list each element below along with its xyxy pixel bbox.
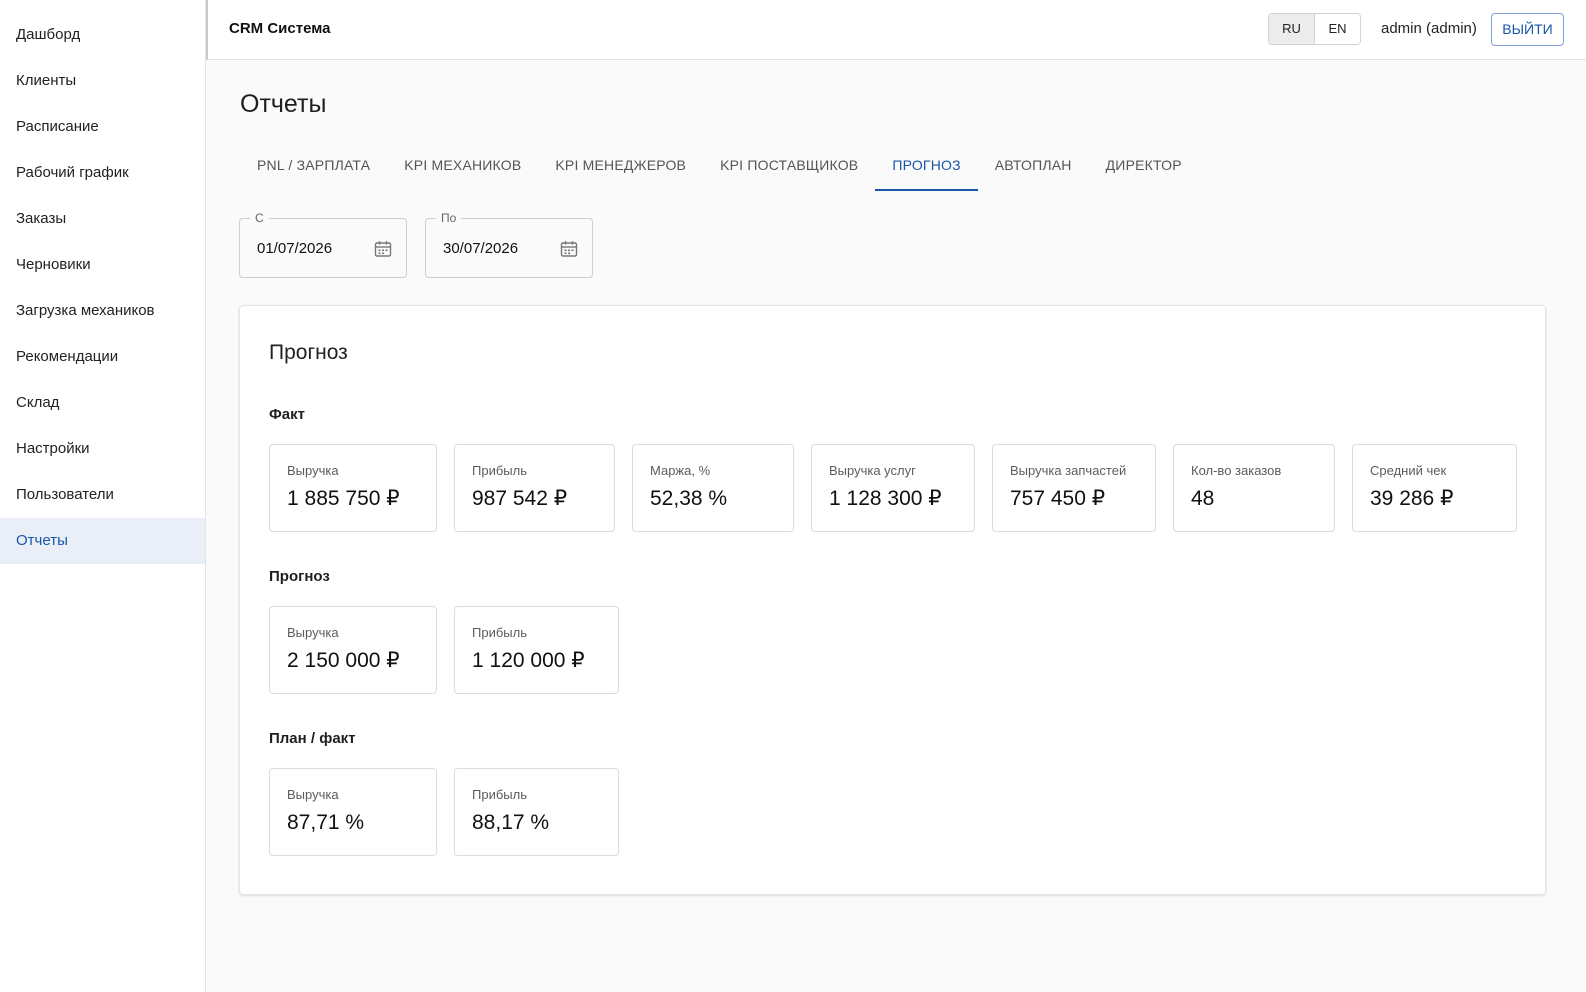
tab-kpi-mechanics[interactable]: KPI МЕХАНИКОВ [387,142,538,191]
sidebar-item-warehouse[interactable]: Склад [0,380,205,426]
metric-card-profit: Прибыль 987 542 ₽ [454,444,615,532]
sidebar-item-schedule[interactable]: Расписание [0,104,205,150]
page-title: Отчеты [240,90,327,118]
tab-pnl-salary[interactable]: PNL / ЗАРПЛАТА [240,142,387,191]
metric-card-forecast-revenue: Выручка 2 150 000 ₽ [269,606,437,694]
forecast-panel: Прогноз Факт Выручка 1 885 750 ₽ Прибыль… [239,305,1546,895]
metric-label: Выручка [287,625,339,640]
metric-label: Средний чек [1370,463,1447,478]
lang-en-button[interactable]: EN [1314,14,1360,44]
sidebar-item-drafts[interactable]: Черновики [0,242,205,288]
metric-card-plan-fact-profit: Прибыль 88,17 % [454,768,619,856]
metric-label: Кол-во заказов [1191,463,1282,478]
metric-label: Выручка [287,787,339,802]
metric-value: 39 286 ₽ [1370,487,1454,510]
tab-kpi-managers[interactable]: KPI МЕНЕДЖЕРОВ [538,142,703,191]
metric-label: Выручка запчастей [1010,463,1127,478]
fact-cards: Выручка 1 885 750 ₽ Прибыль 987 542 ₽ Ма… [269,444,1517,532]
sidebar-item-work-schedule[interactable]: Рабочий график [0,150,205,196]
date-to-value[interactable]: 30/07/2026 [443,240,518,257]
metric-card-order-count: Кол-во заказов 48 [1173,444,1335,532]
metric-label: Выручка [287,463,339,478]
tab-autoplan[interactable]: АВТОПЛАН [978,142,1089,191]
metric-card-revenue: Выручка 1 885 750 ₽ [269,444,437,532]
calendar-icon[interactable] [559,239,579,259]
sidebar-item-mechanic-load[interactable]: Загрузка механиков [0,288,205,334]
metric-label: Прибыль [472,625,527,640]
metric-label: Маржа, % [650,463,711,478]
metric-label: Прибыль [472,787,527,802]
app-brand: CRM Система [229,20,331,37]
metric-value: 1 128 300 ₽ [829,487,942,510]
tab-kpi-suppliers[interactable]: KPI ПОСТАВЩИКОВ [703,142,875,191]
section-title-fact: Факт [269,406,305,423]
metric-card-plan-fact-revenue: Выручка 87,71 % [269,768,437,856]
date-from-value[interactable]: 01/07/2026 [257,240,332,257]
metric-value: 987 542 ₽ [472,487,568,510]
metric-value: 2 150 000 ₽ [287,649,400,672]
metric-card-forecast-profit: Прибыль 1 120 000 ₽ [454,606,619,694]
top-bar: CRM Система RU EN admin (admin) ВЫЙТИ [206,0,1586,60]
metric-value: 48 [1191,487,1215,510]
sidebar-item-clients[interactable]: Клиенты [0,58,205,104]
sidebar-item-orders[interactable]: Заказы [0,196,205,242]
forecast-cards: Выручка 2 150 000 ₽ Прибыль 1 120 000 ₽ [269,606,636,694]
section-title-forecast: Прогноз [269,568,330,585]
metric-card-parts-revenue: Выручка запчастей 757 450 ₽ [992,444,1156,532]
tab-director[interactable]: ДИРЕКТОР [1089,142,1199,191]
language-switcher: RU EN [1268,13,1361,45]
report-tabs: PNL / ЗАРПЛАТА KPI МЕХАНИКОВ KPI МЕНЕДЖЕ… [240,142,1199,192]
metric-value: 88,17 % [472,811,550,834]
metric-card-average-check: Средний чек 39 286 ₽ [1352,444,1517,532]
metric-value: 52,38 % [650,487,728,510]
plan-fact-cards: Выручка 87,71 % Прибыль 88,17 % [269,768,636,856]
metric-label: Выручка услуг [829,463,916,478]
date-to-field[interactable]: По 30/07/2026 [425,211,593,278]
date-to-label: По [436,211,462,225]
date-from-label: С [250,211,269,225]
metric-value: 1 885 750 ₽ [287,487,400,510]
metric-value: 757 450 ₽ [1010,487,1106,510]
date-from-field[interactable]: С 01/07/2026 [239,211,407,278]
section-title-plan-fact: План / факт [269,730,356,747]
sidebar-item-reports[interactable]: Отчеты [0,518,205,564]
metric-value: 1 120 000 ₽ [472,649,585,672]
metric-card-margin: Маржа, % 52,38 % [632,444,794,532]
sidebar: Дашборд Клиенты Расписание Рабочий графи… [0,0,206,992]
panel-title: Прогноз [269,341,348,364]
metric-value: 87,71 % [287,811,365,834]
sidebar-item-users[interactable]: Пользователи [0,472,205,518]
lang-ru-button[interactable]: RU [1269,14,1314,44]
sidebar-item-settings[interactable]: Настройки [0,426,205,472]
current-user: admin (admin) [1381,20,1477,37]
app: Дашборд Клиенты Расписание Рабочий графи… [0,0,1586,992]
metric-card-services-revenue: Выручка услуг 1 128 300 ₽ [811,444,975,532]
sidebar-item-recommendations[interactable]: Рекомендации [0,334,205,380]
logout-button[interactable]: ВЫЙТИ [1491,13,1564,46]
tab-forecast[interactable]: ПРОГНОЗ [875,142,978,191]
metric-label: Прибыль [472,463,527,478]
calendar-icon[interactable] [373,239,393,259]
sidebar-item-dashboard[interactable]: Дашборд [0,12,205,58]
